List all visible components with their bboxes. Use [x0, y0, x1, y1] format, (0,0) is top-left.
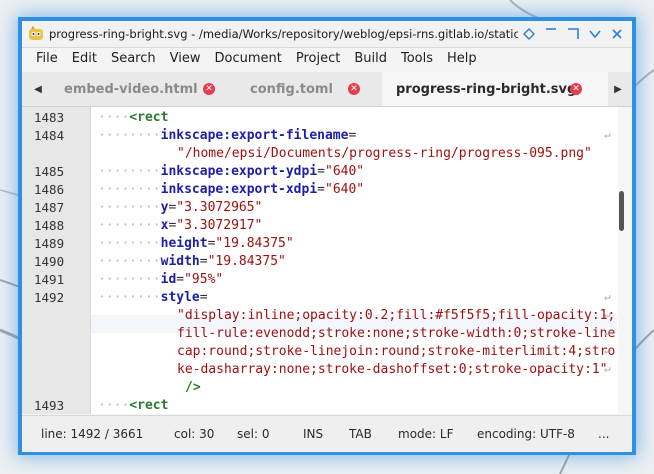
status-col: col: 30	[174, 427, 215, 441]
code-line: fill-rule:evenodd;stroke:none;stroke-wid…	[177, 326, 616, 341]
code-line: ········inkscape:export-xdpi="640"	[98, 182, 365, 197]
code-line: ········inkscape:export-ydpi="640"	[98, 164, 365, 179]
line-number: 1489	[34, 236, 65, 251]
menu-document[interactable]: Document	[207, 48, 288, 70]
title-bar[interactable]: progress-ring-bright.svg - /media/Works/…	[22, 21, 632, 48]
code-line: ········width="19.84375"	[98, 254, 286, 269]
code-line: "/home/epsi/Documents/progress-ring/prog…	[177, 146, 592, 161]
tab-close-icon[interactable]: ✕	[348, 83, 360, 95]
line-wrap-icon: ↵	[604, 308, 611, 321]
tab-progress-ring-bright[interactable]: progress-ring-bright.svg ✕	[382, 72, 608, 106]
status-encoding: encoding: UTF-8	[477, 427, 575, 441]
code-line: ke-dasharray:none;stroke-dashoffset:0;st…	[177, 362, 608, 377]
diamond-icon[interactable]	[518, 23, 540, 45]
status-line: line: 1492 / 3661	[41, 427, 144, 441]
line-wrap-icon: ↵	[604, 362, 611, 375]
code-editor[interactable]: 1483 1484 1485 1486 1487 1488 1489 1490 …	[22, 107, 632, 414]
code-line: ········height="19.84375"	[98, 236, 294, 251]
line-number: 1490	[34, 254, 65, 269]
status-more: ...	[598, 427, 610, 441]
scrollbar-thumb[interactable]	[619, 191, 624, 231]
window-title: progress-ring-bright.svg - /media/Works/…	[48, 27, 518, 41]
status-tab: TAB	[349, 427, 372, 441]
menu-file[interactable]: File	[22, 48, 65, 70]
maximize-icon[interactable]	[562, 23, 584, 45]
code-line: ········y="3.3072965"	[98, 200, 263, 215]
menu-edit[interactable]: Edit	[65, 48, 104, 70]
line-number: 1492	[34, 290, 65, 305]
code-line: ········style=	[98, 290, 208, 305]
menu-build[interactable]: Build	[347, 48, 394, 70]
menu-help[interactable]: Help	[440, 48, 484, 70]
editor-window: progress-ring-bright.svg - /media/Works/…	[22, 21, 632, 452]
line-number: 1484	[34, 128, 65, 143]
close-icon[interactable]	[606, 23, 628, 45]
status-mode: mode: LF	[398, 427, 454, 441]
code-area[interactable]: 1483 1484 1485 1486 1487 1488 1489 1490 …	[22, 107, 618, 414]
code-line: ····<rect	[98, 398, 169, 413]
line-number: 1486	[34, 182, 65, 197]
tab-bar: ◀ embed-video.html ✕ config.toml ✕ progr…	[22, 72, 632, 107]
code-line: ········inkscape:export-filename=	[98, 128, 357, 143]
line-number: 1493	[34, 398, 65, 413]
tab-close-icon[interactable]: ✕	[203, 83, 215, 95]
menu-tools[interactable]: Tools	[394, 48, 440, 70]
line-number: 1488	[34, 218, 65, 233]
line-wrap-icon: ↵	[604, 326, 611, 339]
line-number: 1483	[34, 110, 65, 125]
tab-config-toml[interactable]: config.toml ✕	[222, 72, 382, 106]
status-sel: sel: 0	[237, 427, 270, 441]
code-line: ····<rect	[98, 110, 169, 125]
line-number: 1487	[34, 200, 65, 215]
code-line: cap:round;stroke-linejoin:round;stroke-m…	[177, 344, 616, 359]
tab-scroll-left-icon[interactable]: ◀	[28, 72, 48, 106]
tab-scroll-right-icon[interactable]: ▶	[608, 72, 628, 106]
code-line: "display:inline;opacity:0.2;fill:#f5f5f5…	[177, 308, 616, 323]
menu-search[interactable]: Search	[104, 48, 163, 70]
status-ins: INS	[303, 427, 324, 441]
line-number: 1485	[34, 164, 65, 179]
code-line: ········x="3.3072917"	[98, 218, 263, 233]
code-line: ········id="95%"	[98, 272, 224, 287]
status-bar: line: 1492 / 3661 col: 30 sel: 0 INS TAB…	[22, 415, 632, 452]
line-wrap-icon: ↵	[604, 128, 611, 141]
geany-app-icon	[28, 26, 43, 40]
menu-bar: File Edit Search View Document Project B…	[22, 48, 632, 70]
menu-project[interactable]: Project	[289, 48, 347, 70]
tab-embed-video[interactable]: embed-video.html ✕	[52, 72, 222, 106]
line-wrap-icon: ↵	[604, 344, 611, 357]
line-wrap-icon: ↵	[604, 290, 611, 303]
minimize-icon[interactable]	[540, 23, 562, 45]
vertical-scrollbar[interactable]	[618, 107, 632, 414]
tab-close-icon[interactable]: ✕	[570, 83, 582, 95]
line-number: 1491	[34, 272, 65, 287]
code-line: />	[185, 380, 201, 395]
chevron-down-icon[interactable]	[584, 23, 606, 45]
menu-view[interactable]: View	[163, 48, 208, 70]
